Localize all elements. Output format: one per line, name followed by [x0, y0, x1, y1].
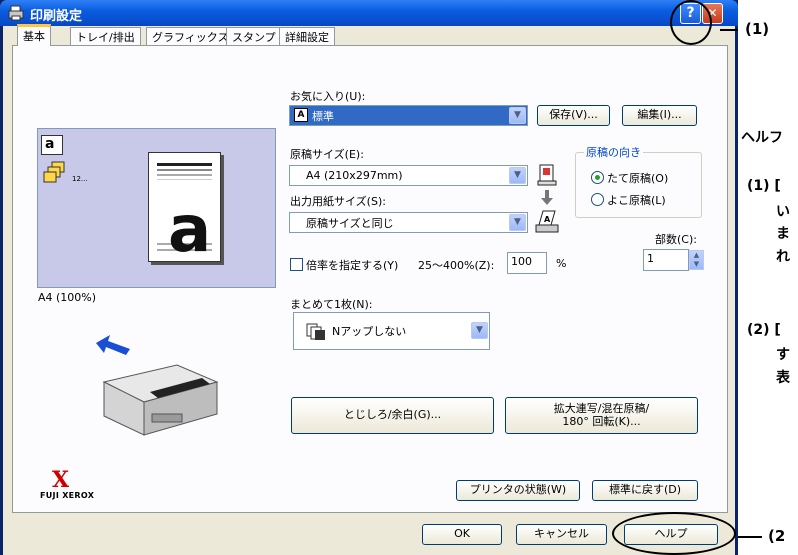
tab-advanced[interactable]: 詳細設定 [279, 27, 335, 45]
chevron-down-icon: ▼ [509, 107, 526, 124]
svg-text:A: A [544, 215, 551, 224]
chevron-down-icon: ▼ [509, 214, 526, 231]
portrait-radio[interactable] [591, 171, 604, 184]
callout-line-2 [738, 536, 762, 538]
callout-2: (2 [768, 527, 786, 545]
tab-tray-output[interactable]: トレイ/排出 [70, 27, 141, 45]
radio-selected-dot [595, 175, 600, 180]
enlarge-button-line1: 拡大連写/混在原稿/ [553, 402, 650, 416]
favorites-item-icon: A [294, 108, 308, 122]
enlarge-button-line2: 180° 回転(K)... [562, 414, 641, 428]
scale-checkbox-label[interactable]: 倍率を指定する(Y) [306, 257, 398, 273]
side-item-2-line2: す [776, 347, 790, 363]
paper-size-value: A4 (210x297mm) [306, 169, 403, 182]
callout-circle-help-icon [670, 0, 712, 45]
side-item-1-line4: れ [776, 249, 790, 265]
favorites-value: 標準 [312, 109, 334, 123]
output-arrow-icon [96, 335, 132, 364]
paper-size-select[interactable]: A4 (210x297mm) ▼ [289, 165, 528, 186]
fuji-xerox-logo: FUJI XEROX [40, 491, 95, 500]
printer-status-button[interactable]: プリンタの状態(W) [456, 480, 580, 501]
fuji-xerox-logo-icon: X [52, 467, 70, 493]
output-size-label: 出力用紙サイズ(S): [290, 195, 386, 208]
window-title: 印刷設定 [30, 9, 83, 24]
paper-size-label: 原稿サイズ(E): [290, 148, 364, 161]
copies-label: 部数(C): [655, 233, 697, 246]
portrait-label[interactable]: たて原稿(O) [607, 170, 668, 186]
scale-checkbox[interactable] [290, 258, 303, 271]
nup-select[interactable]: Nアップしない ▼ [293, 312, 490, 350]
stack-label: 12... [72, 175, 88, 183]
side-item-2-line3: 表 [776, 370, 790, 386]
orientation-title: 原稿の向き [584, 144, 643, 160]
chevron-down-icon: ▼ [471, 322, 488, 339]
enlarge-mixed-rotate-button[interactable]: 拡大連写/混在原稿/ 180° 回転(K)... [505, 397, 698, 434]
copies-spinner[interactable]: ▲ ▼ [689, 250, 704, 270]
paper-size-icon [537, 164, 557, 189]
callout-1: (1) [745, 20, 770, 38]
edit-favorite-button[interactable]: 編集(I)... [622, 105, 697, 126]
save-favorite-button[interactable]: 保存(V)... [537, 105, 610, 126]
tab-graphics[interactable]: グラフィックス [146, 27, 235, 45]
output-size-value: 原稿サイズと同じ [306, 216, 394, 230]
copies-input[interactable]: 1 [643, 249, 689, 271]
nup-value: Nアップしない [332, 325, 407, 338]
side-item-1: (1) [ [747, 178, 781, 194]
small-paper-icon: a [41, 135, 63, 155]
restore-default-button[interactable]: 標準に戻す(D) [592, 480, 698, 501]
side-heading: ヘルフ [741, 130, 783, 146]
output-size-select[interactable]: 原稿サイズと同じ ▼ [289, 212, 528, 233]
chevron-down-icon: ▼ [509, 167, 526, 184]
title-bar: 印刷設定 ? ✕ [0, 0, 738, 26]
scale-range-label: 25〜400%(Z): [418, 259, 495, 272]
nup-label: まとめて1枚(N): [290, 298, 373, 311]
down-arrow-icon [540, 190, 554, 209]
callout-line-1 [720, 29, 738, 31]
output-paper-icon: A [535, 210, 559, 237]
favorites-select[interactable]: A 標準 ▼ [289, 105, 528, 126]
binding-margin-button[interactable]: とじしろ/余白(G)... [291, 397, 494, 434]
callout-circle-help-button [612, 512, 736, 555]
cancel-button[interactable]: キャンセル [516, 524, 607, 545]
tab-stamp[interactable]: スタンプ [226, 27, 282, 45]
side-item-1-line2: い [776, 204, 790, 220]
preview-paper-letter: a [168, 193, 212, 267]
ok-button[interactable]: OK [422, 524, 502, 545]
landscape-radio[interactable] [591, 193, 604, 206]
landscape-label[interactable]: よこ原稿(L) [607, 192, 666, 208]
stack-icon [42, 160, 72, 191]
favorites-label: お気に入り(U): [290, 90, 366, 103]
tab-basic[interactable]: 基本 [17, 24, 51, 46]
preview-caption: A4 (100%) [38, 291, 97, 304]
side-item-1-line3: ま [776, 226, 790, 242]
printer-icon [8, 5, 24, 21]
nup-icon [306, 323, 326, 344]
side-item-2: (2) [ [747, 322, 781, 338]
scale-unit: % [556, 257, 567, 270]
scale-input[interactable]: 100 [507, 252, 547, 274]
